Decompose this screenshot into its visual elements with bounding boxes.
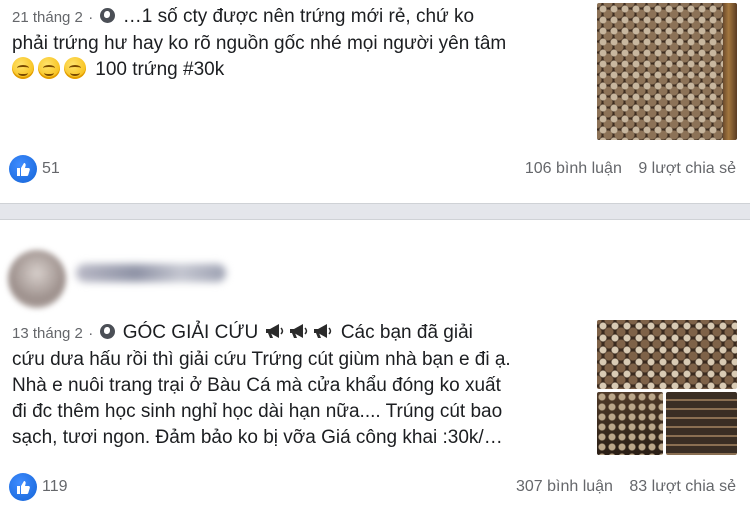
post-1-footer: 51 106 bình luận 9 lượt chia sẻ [0,155,750,185]
feed-post-1: 21 tháng 2 · …1 số cty được nên trứng mớ… [0,0,750,204]
smiling-face-icon [38,57,60,79]
globe-icon [100,8,116,23]
post-1-stats: 106 bình luận 9 lượt chia sẻ [525,160,736,178]
post-2-title: GÓC GIẢI CỨU [122,322,259,343]
author-name-blurred[interactable] [76,264,226,282]
post-2-date[interactable]: 13 tháng 2 [12,325,83,342]
post-2-comment-count[interactable]: 307 bình luận [516,478,613,495]
post-2-body: 13 tháng 2 · GÓC GIẢI CỨU Các bạn đã giả… [12,320,587,451]
crate-edge [723,3,737,140]
post-1-text-line-2: phải trứng hư hay ko rõ nguồn gốc nhé mọ… [12,33,507,54]
post-1-comment-count[interactable]: 106 bình luận [525,160,622,177]
like-thumb-icon[interactable] [9,473,37,501]
post-2-text-first: Các bạn đã giải [340,322,473,343]
globe-icon [100,324,116,339]
post-2-text-line-5: sạch, tươi ngon. Đảm bảo ko bị vỡa Giá c… [12,427,503,448]
avatar[interactable] [8,250,66,308]
post-1-photo-quail-eggs[interactable] [597,3,737,140]
post-1-share-count[interactable]: 9 lượt chia sẻ [638,160,736,177]
smiling-face-icon [64,57,86,79]
meta-separator: · [88,9,94,26]
post-2-stats: 307 bình luận 83 lượt chia sẻ [516,478,736,496]
megaphone-icon [313,324,331,338]
post-2-photo-farm-shelves[interactable] [666,392,737,455]
feed-post-2: 13 tháng 2 · GÓC GIẢI CỨU Các bạn đã giả… [0,219,750,531]
post-2-like-count[interactable]: 119 [42,478,68,496]
post-2-text-line-2: cứu dưa hấu rồi thì giải cứu Trứng cút g… [12,349,511,370]
meta-separator: · [88,325,94,342]
post-2-text-line-3: Nhà e nuôi trang trại ở Bàu Cá mà cửa kh… [12,375,501,396]
post-1-date[interactable]: 21 tháng 2 [12,9,83,26]
post-2-text-line-4: đi đc thêm học sinh nghỉ học dài hạn nữa… [12,401,503,422]
post-1-body: 21 tháng 2 · …1 số cty được nên trứng mớ… [12,4,587,83]
post-1-text-line-3: 100 trứng #30k [95,59,225,80]
post-1-text-line-1: …1 số cty được nên trứng mới rẻ, chứ ko [122,6,475,27]
post-1-like-count[interactable]: 51 [42,160,60,178]
like-thumb-icon[interactable] [9,155,37,183]
post-2-footer: 119 307 bình luận 83 lượt chia sẻ [0,473,750,503]
post-2-share-count[interactable]: 83 lượt chia sẻ [629,478,736,495]
megaphone-icon [265,324,283,338]
post-2-photo-eggs-crate[interactable] [597,392,663,455]
smiling-face-icon [12,57,34,79]
megaphone-icon [289,324,307,338]
post-2-photo-eggs-closeup[interactable] [597,320,737,389]
